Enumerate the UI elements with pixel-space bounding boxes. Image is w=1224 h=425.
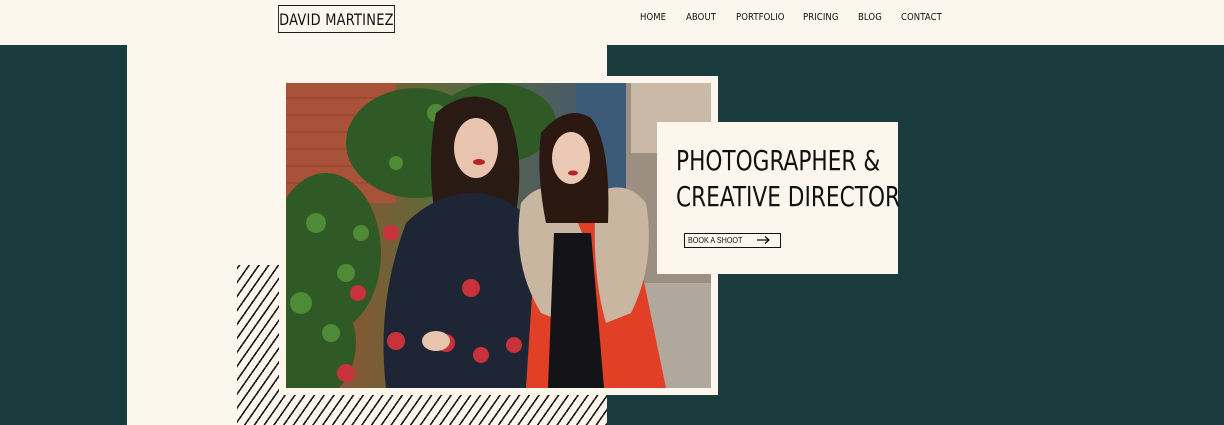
book-a-shoot-button[interactable]: BOOK A SHOOT: [684, 233, 781, 248]
headline-line-1: PHOTOGRAPHER &: [676, 144, 881, 177]
hero-headline: PHOTOGRAPHER & CREATIVE DIRECTOR: [676, 143, 901, 215]
site-logo[interactable]: DAVID MARTINEZ: [278, 5, 395, 33]
nav-home[interactable]: HOME: [640, 12, 666, 23]
nav-contact[interactable]: CONTACT: [901, 12, 942, 23]
site-header: DAVID MARTINEZ HOME ABOUT PORTFOLIO PRIC…: [0, 0, 1224, 45]
nav-portfolio[interactable]: PORTFOLIO: [736, 12, 785, 23]
dark-panel-left: [0, 45, 127, 425]
nav-blog[interactable]: BLOG: [858, 12, 882, 23]
nav-about[interactable]: ABOUT: [686, 12, 716, 23]
hero-photo: [286, 83, 711, 388]
nav-pricing[interactable]: PRICING: [803, 12, 839, 23]
arrow-right-icon: [757, 235, 771, 247]
headline-line-2: CREATIVE DIRECTOR: [676, 180, 901, 213]
cta-label: BOOK A SHOOT: [688, 236, 743, 245]
